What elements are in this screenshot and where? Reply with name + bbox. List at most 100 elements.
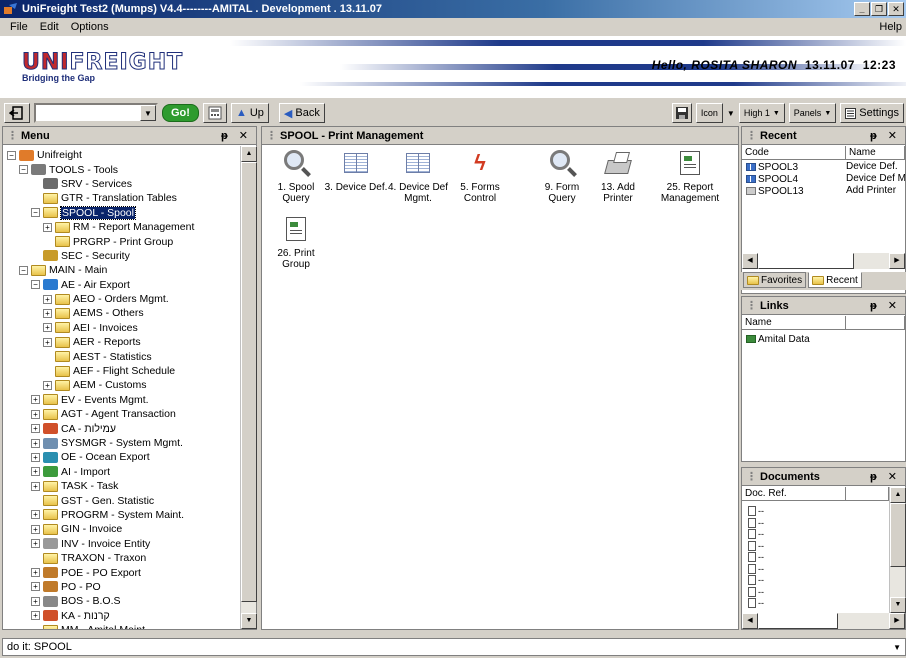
spool-item[interactable]: 25. Report Management <box>658 150 722 204</box>
expand-icon[interactable]: + <box>31 467 40 477</box>
scroll-thumb[interactable] <box>890 503 906 567</box>
list-item[interactable]: -- <box>748 598 764 608</box>
documents-vscrollbar[interactable]: ▲ ▼ <box>889 487 906 613</box>
list-item[interactable]: -- <box>748 586 764 597</box>
column-header-code[interactable]: Code <box>742 146 846 160</box>
scroll-left-icon[interactable]: ◀ <box>742 613 758 629</box>
chevron-down-icon[interactable]: ▼ <box>727 109 735 118</box>
scroll-up-icon[interactable]: ▲ <box>890 487 906 503</box>
scroll-left-icon[interactable]: ◀ <box>742 253 758 269</box>
status-bar[interactable]: do it: SPOOL ▼ <box>2 638 906 656</box>
expand-icon[interactable]: + <box>31 568 40 578</box>
menu-tree-item[interactable]: + EV - Events Mgmt. <box>3 393 240 407</box>
menu-tree-item[interactable]: + AER - Reports <box>3 335 240 349</box>
spool-item[interactable]: 3. Device Def. <box>324 150 388 193</box>
expand-icon[interactable]: + <box>31 582 40 592</box>
menu-tree-item[interactable]: TRAXON - Traxon <box>3 551 240 565</box>
menu-tree-item[interactable]: + AEI - Invoices <box>3 321 240 335</box>
menu-tree-item[interactable]: MM - Amital Maint. <box>3 623 240 629</box>
chevron-down-icon[interactable]: ▼ <box>140 105 156 121</box>
spool-item[interactable]: 1. Spool Query <box>264 150 328 204</box>
tab-recent[interactable]: Recent <box>808 272 862 288</box>
menu-edit[interactable]: Edit <box>34 21 65 33</box>
menu-tree-item[interactable]: SRV - Services <box>3 177 240 191</box>
expand-icon[interactable]: + <box>31 452 40 462</box>
menu-tree-item[interactable]: GST - Gen. Statistic <box>3 493 240 507</box>
menu-tree-item[interactable]: + AEM - Customs <box>3 378 240 392</box>
command-combo[interactable]: ▼ <box>34 103 158 123</box>
settings-button[interactable]: Settings <box>840 103 904 123</box>
menu-tree-item[interactable]: + CA - עמילות <box>3 421 240 435</box>
menu-tree-item[interactable]: + RM - Report Management <box>3 220 240 234</box>
expand-icon[interactable]: + <box>31 438 40 448</box>
menu-scrollbar[interactable]: ▲ ▼ <box>240 146 257 629</box>
menu-tree-item[interactable]: + GIN - Invoice <box>3 522 240 536</box>
panel-controls[interactable]: ᵽ ✕ <box>870 129 901 142</box>
menu-tree-item[interactable]: + AEO - Orders Mgmt. <box>3 292 240 306</box>
menu-tree-item[interactable]: AEF - Flight Schedule <box>3 364 240 378</box>
back-button[interactable]: ◀ Back <box>278 103 325 123</box>
menu-tree-item[interactable]: + KA - קרנות <box>3 609 240 623</box>
collapse-icon[interactable]: − <box>19 165 28 175</box>
expand-icon[interactable]: + <box>31 409 40 419</box>
spool-item[interactable]: 26. Print Group <box>264 216 328 270</box>
panel-controls[interactable]: ᵽ ✕ <box>870 470 901 483</box>
scroll-down-icon[interactable]: ▼ <box>890 597 906 613</box>
scroll-right-icon[interactable]: ▶ <box>889 253 905 269</box>
table-row[interactable]: SPOOL13 Add Printer <box>742 185 905 197</box>
panel-controls[interactable]: ᵽ ✕ <box>221 129 252 142</box>
menu-tree-item[interactable]: PRGRP - Print Group <box>3 234 240 248</box>
expand-icon[interactable]: + <box>43 323 52 333</box>
menu-tree-item[interactable]: + AI - Import <box>3 465 240 479</box>
menu-options[interactable]: Options <box>65 21 115 33</box>
list-item[interactable]: -- <box>748 563 764 574</box>
menu-tree-item[interactable]: GTR - Translation Tables <box>3 191 240 205</box>
scroll-up-icon[interactable]: ▲ <box>241 146 257 162</box>
menu-tree-item[interactable]: − SPOOL - Spool <box>3 205 240 220</box>
menu-tree-item[interactable]: + SYSMGR - System Mgmt. <box>3 436 240 450</box>
list-item[interactable]: -- <box>748 540 764 551</box>
menu-tree-item[interactable]: AEST - Statistics <box>3 349 240 363</box>
menu-tree-item[interactable]: + INV - Invoice Entity <box>3 537 240 551</box>
expand-icon[interactable]: + <box>43 337 52 347</box>
menu-tree-item[interactable]: + POE - PO Export <box>3 565 240 579</box>
menu-help[interactable]: Help <box>879 21 906 33</box>
menu-tree-item[interactable]: + PROGRM - System Maint. <box>3 508 240 522</box>
documents-hscrollbar[interactable]: ◀ ▶ <box>742 613 905 629</box>
menu-tree-item[interactable]: + AEMS - Others <box>3 306 240 320</box>
scroll-thumb[interactable] <box>241 162 257 602</box>
restore-button[interactable]: ❐ <box>871 2 887 16</box>
menu-tree-item[interactable]: + PO - PO <box>3 580 240 594</box>
chevron-down-icon[interactable]: ▼ <box>893 643 901 652</box>
expand-icon[interactable]: + <box>31 539 40 549</box>
spool-item[interactable]: 13. Add Printer <box>586 150 650 204</box>
expand-icon[interactable]: + <box>31 596 40 606</box>
column-header-name[interactable]: Name <box>846 146 905 160</box>
expand-icon[interactable]: + <box>43 294 52 304</box>
column-header-doc-ref[interactable]: Doc. Ref. <box>742 487 846 501</box>
menu-tree-item[interactable]: − AE - Air Export <box>3 278 240 292</box>
expand-icon[interactable]: + <box>31 424 40 434</box>
save-button[interactable] <box>671 103 692 123</box>
collapse-icon[interactable]: − <box>31 280 40 290</box>
collapse-icon[interactable]: − <box>31 208 40 218</box>
icon-view-button[interactable]: Icon <box>695 103 723 123</box>
collapse-icon[interactable]: − <box>7 150 16 160</box>
menu-tree-item[interactable]: + AGT - Agent Transaction <box>3 407 240 421</box>
recent-hscrollbar[interactable]: ◀ ▶ <box>742 253 905 269</box>
list-item[interactable]: -- <box>748 517 764 528</box>
scroll-thumb[interactable] <box>758 253 854 269</box>
expand-icon[interactable]: + <box>31 611 40 621</box>
table-row[interactable]: SPOOL3 Device Def. <box>742 161 905 173</box>
expand-icon[interactable]: + <box>31 524 40 534</box>
minimize-button[interactable]: _ <box>854 2 870 16</box>
scroll-thumb[interactable] <box>758 613 838 629</box>
table-row[interactable]: SPOOL4 Device Def M <box>742 173 905 185</box>
list-item[interactable]: -- <box>748 529 764 539</box>
scroll-down-icon[interactable]: ▼ <box>241 613 257 629</box>
collapse-icon[interactable]: − <box>19 265 28 275</box>
list-item[interactable]: -- <box>748 552 764 562</box>
column-header-name[interactable]: Name <box>742 316 846 330</box>
spool-item[interactable]: 4. Device Def Mgmt. <box>386 150 450 204</box>
menu-tree-item[interactable]: SEC - Security <box>3 249 240 263</box>
